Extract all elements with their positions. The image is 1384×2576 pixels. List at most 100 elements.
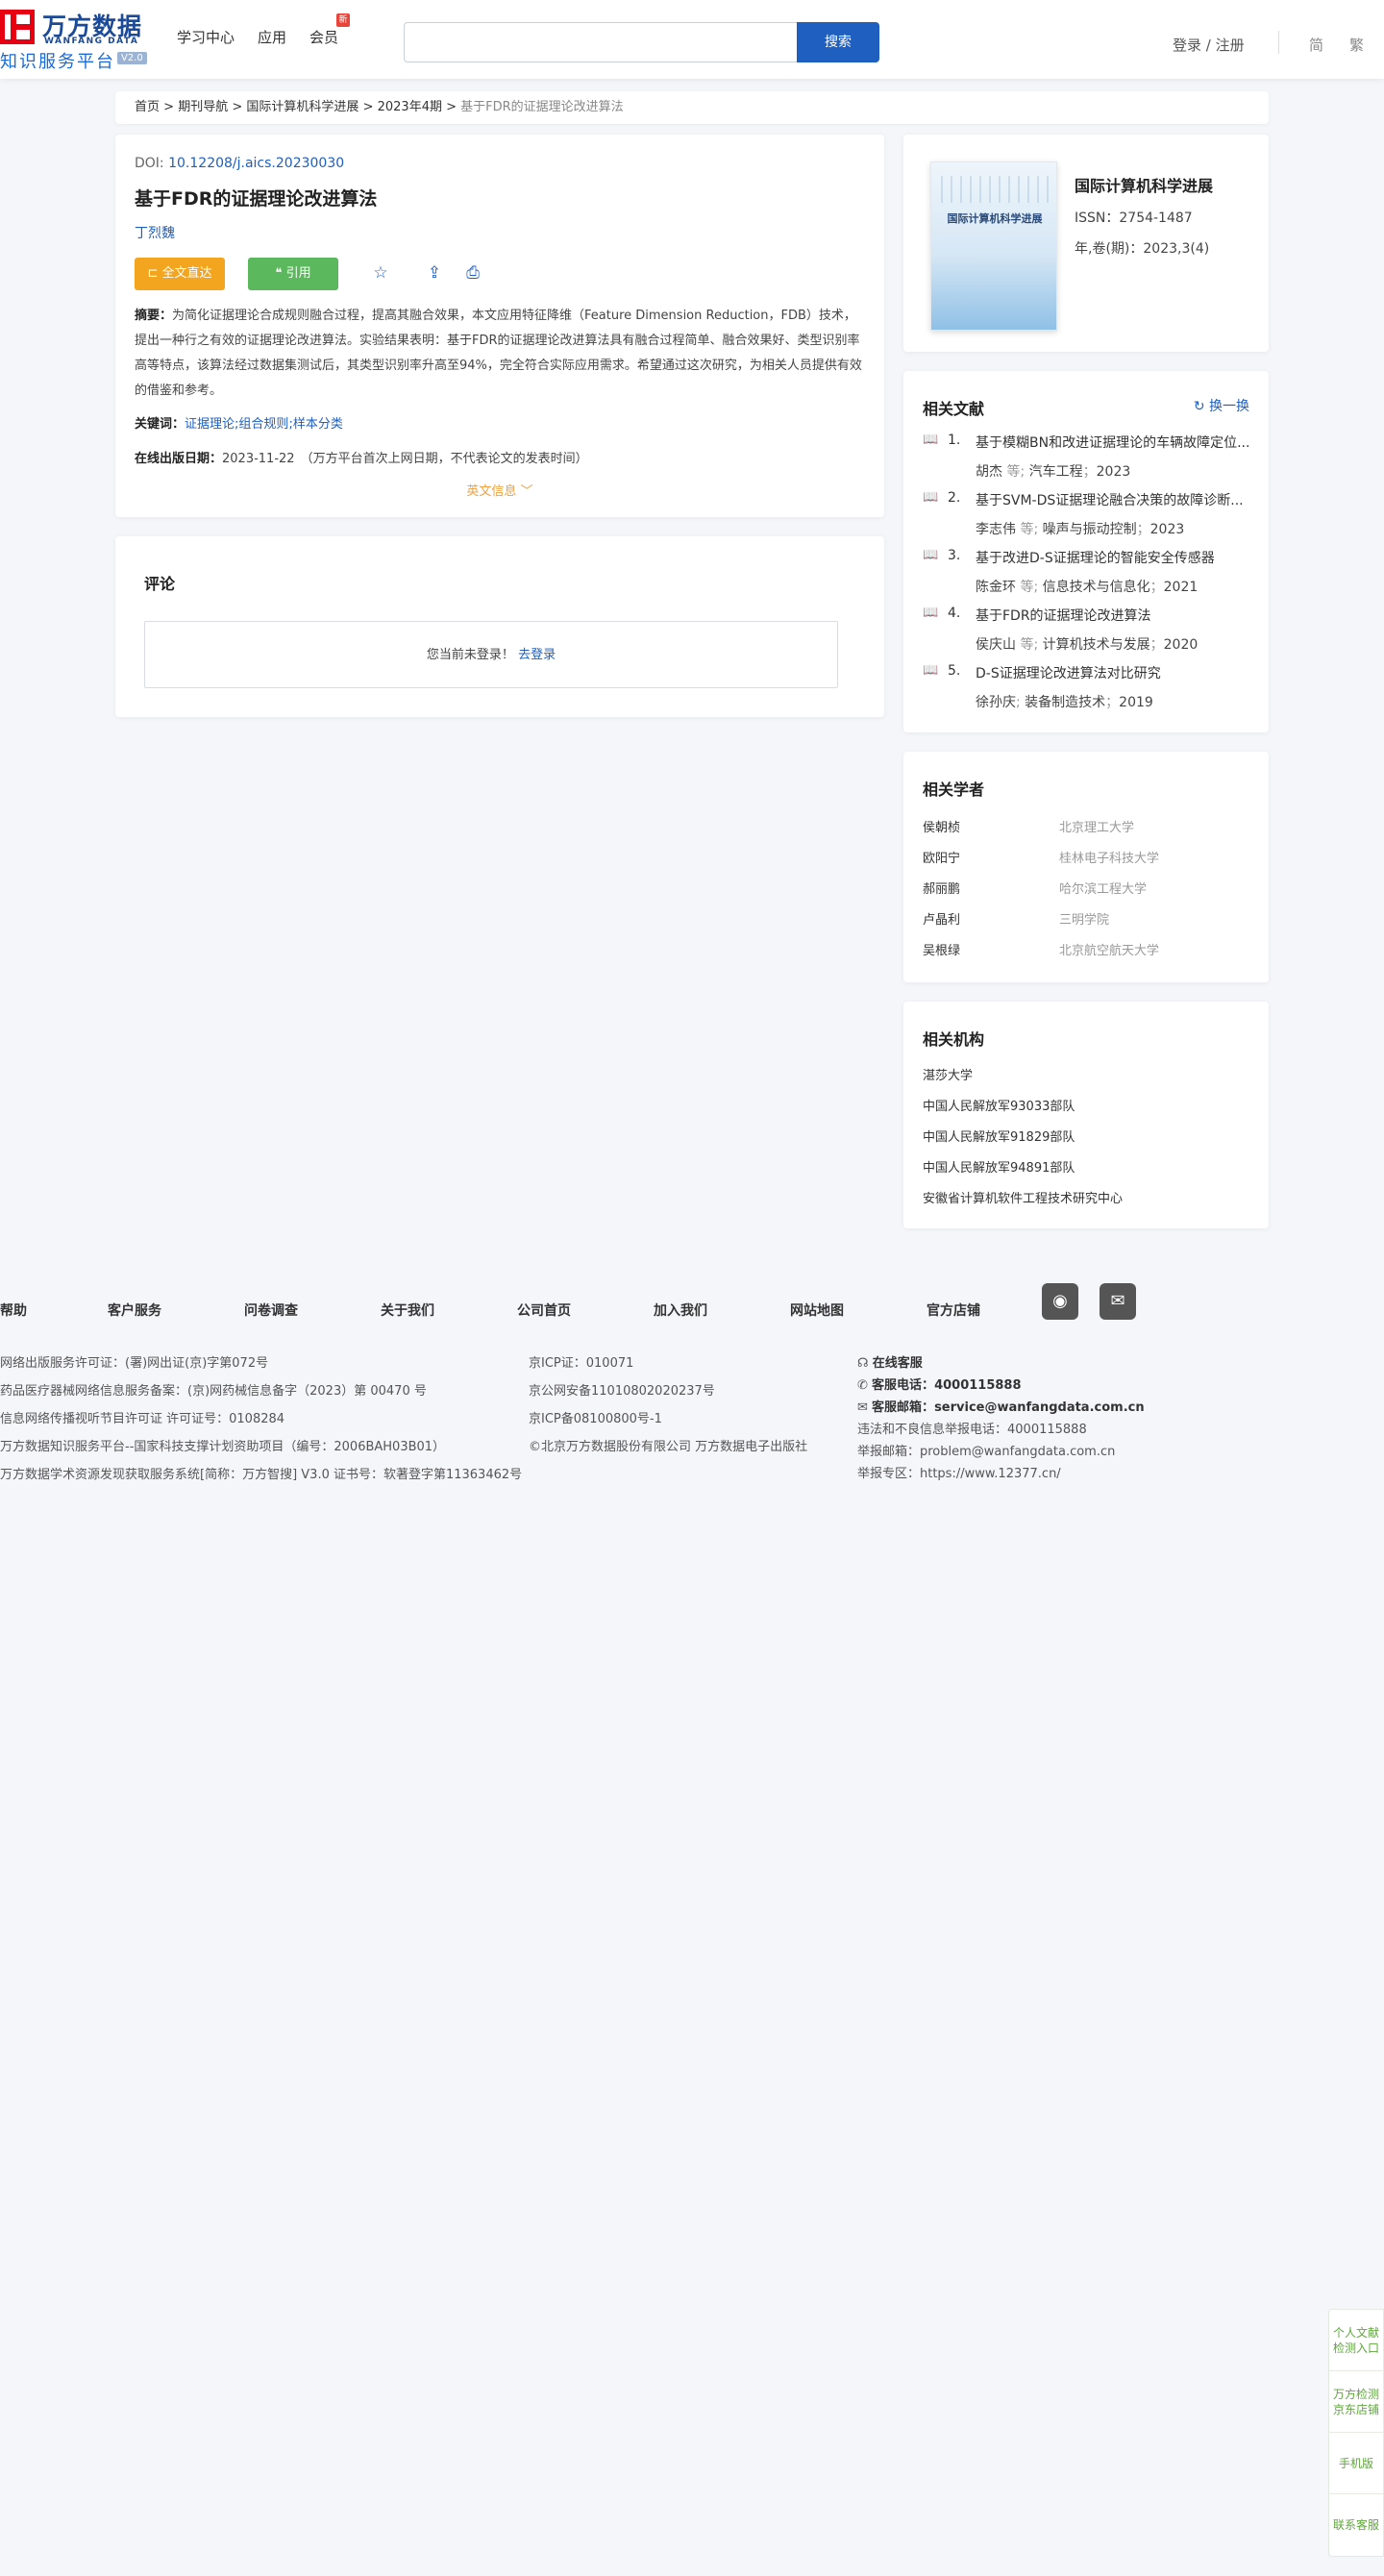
doc-num: 3.	[948, 548, 961, 563]
footer-customer-service[interactable]: 客户服务	[108, 1300, 161, 1320]
doc-author[interactable]: 胡杰	[976, 464, 1002, 480]
scholar-name[interactable]: 吴根绿	[923, 940, 960, 958]
lang-simplified[interactable]: 简	[1309, 35, 1323, 55]
breadcrumb-home[interactable]: 首页	[135, 100, 160, 114]
doc-author-suffix: 等;	[1020, 580, 1039, 595]
doc-source[interactable]: 信息技术与信息化	[1043, 580, 1150, 595]
breadcrumb-sep: >	[232, 100, 243, 114]
journal-card: 国际计算机科学进展 国际计算机科学进展 ISSN：2754-1487 年,卷(期…	[903, 135, 1269, 352]
doc-year: 2023	[1149, 522, 1185, 537]
scholar-name[interactable]: 卢晶利	[923, 909, 960, 928]
doc-title-link[interactable]: 基于SVM-DS证据理论融合决策的故障诊断...	[976, 490, 1254, 509]
keyword-link[interactable]: 证据理论	[185, 417, 235, 432]
login-register-link[interactable]: 登录 / 注册	[1173, 35, 1245, 55]
footer-icp-3[interactable]: 京ICP备08100800号-1	[529, 1408, 662, 1426]
nav-learning-center[interactable]: 学习中心	[177, 27, 235, 47]
scholar-org[interactable]: 北京理工大学	[1059, 817, 1134, 835]
email-value[interactable]: service@wanfangdata.com.cn	[934, 1400, 1145, 1415]
abstract-text: 为简化证据理论合成规则融合过程，提高其融合效果，本文应用特征降维（Feature…	[135, 309, 862, 398]
float-mobile[interactable]: 手机版	[1329, 2433, 1383, 2494]
refresh-icon: ↻	[1193, 399, 1205, 414]
refresh-label: 换一换	[1209, 399, 1249, 414]
english-info-toggle[interactable]: 英文信息 ﹀	[115, 481, 884, 499]
breadcrumb-current: 基于FDR的证据理论改进算法	[460, 100, 624, 114]
scholar-org[interactable]: 哈尔滨工程大学	[1059, 879, 1147, 897]
star-icon[interactable]: ☆	[371, 263, 390, 283]
author-link[interactable]: 丁烈魏	[135, 223, 175, 242]
search-input[interactable]	[404, 22, 798, 62]
footer-report-email[interactable]: 举报邮箱：problem@wanfangdata.com.cn	[857, 1441, 1115, 1459]
doc-author[interactable]: 李志伟	[976, 522, 1016, 537]
doi-link[interactable]: 10.12208/j.aics.20230030	[168, 156, 344, 171]
footer-join-us[interactable]: 加入我们	[654, 1300, 707, 1320]
breadcrumb: 首页 > 期刊导航 > 国际计算机科学进展 > 2023年4期 > 基于FDR的…	[115, 91, 1269, 124]
new-badge: 新	[336, 13, 351, 27]
footer-about[interactable]: 关于我们	[381, 1300, 434, 1320]
doc-title-link[interactable]: 基于FDR的证据理论改进算法	[976, 606, 1254, 625]
footer-report-zone[interactable]: 举报专区：https://www.12377.cn/	[857, 1463, 1061, 1481]
doc-meta: 陈金环 等; 信息技术与信息化；2021	[976, 580, 1199, 595]
institution-item[interactable]: 安徽省计算机软件工程技术研究中心	[923, 1188, 1123, 1206]
institution-item[interactable]: 中国人民解放军94891部队	[923, 1157, 1075, 1176]
doc-title-link[interactable]: 基于模糊BN和改进证据理论的车辆故障定位...	[976, 433, 1254, 452]
doc-author[interactable]: 徐孙庆	[976, 695, 1016, 710]
footer-survey[interactable]: 问卷调查	[244, 1300, 298, 1320]
breadcrumb-issue[interactable]: 2023年4期	[378, 100, 442, 114]
refresh-button[interactable]: ↻ 换一换	[1194, 396, 1249, 415]
institution-item[interactable]: 中国人民解放军93033部队	[923, 1096, 1075, 1114]
footer-online-service[interactable]: ☊ 在线客服	[857, 1352, 923, 1371]
footer-sitemap[interactable]: 网站地图	[790, 1300, 844, 1320]
headset-icon: ☊	[857, 1356, 869, 1371]
share-icon[interactable]: ⇪	[425, 263, 444, 283]
doc-title-link[interactable]: D-S证据理论改进算法对比研究	[976, 663, 1254, 682]
footer-company-home[interactable]: 公司首页	[517, 1300, 571, 1320]
footer-official-store[interactable]: 官方店铺	[927, 1300, 980, 1320]
nav-apps[interactable]: 应用	[258, 27, 286, 47]
wechat-icon[interactable]: ✉	[1100, 1283, 1136, 1320]
doc-source[interactable]: 计算机技术与发展	[1043, 637, 1150, 653]
cover-pattern	[941, 176, 1049, 203]
lang-traditional[interactable]: 繁	[1349, 35, 1364, 55]
footer-help[interactable]: 帮助	[0, 1300, 27, 1320]
doc-source[interactable]: 装备制造技术	[1025, 695, 1105, 710]
institutions-title: 相关机构	[923, 1030, 985, 1049]
footer-icp-1[interactable]: 京ICP证：010071	[529, 1352, 633, 1371]
cite-button[interactable]: ❝ 引用	[248, 258, 338, 290]
weibo-icon[interactable]: ◉	[1042, 1283, 1078, 1320]
scholar-name[interactable]: 欧阳宁	[923, 848, 960, 866]
scholar-org[interactable]: 桂林电子科技大学	[1059, 848, 1159, 866]
en-info-label: 英文信息	[466, 484, 517, 499]
search-button[interactable]: 搜索	[797, 22, 879, 62]
institution-item[interactable]: 中国人民解放军91829部队	[923, 1127, 1075, 1145]
footer-icp-2[interactable]: 京公网安备11010802020237号	[529, 1380, 715, 1399]
nav-member[interactable]: 会员 新	[309, 13, 351, 47]
journal-issue[interactable]: 年,卷(期)：2023,3(4)	[1075, 238, 1209, 258]
fulltext-button[interactable]: ⊏ 全文直达	[135, 258, 225, 290]
print-icon[interactable]: ⎙	[463, 263, 482, 283]
scholar-org[interactable]: 北京航空航天大学	[1059, 940, 1159, 958]
doc-author[interactable]: 侯庆山	[976, 637, 1016, 653]
scholar-name[interactable]: 郝丽鹏	[923, 879, 960, 897]
float-jd-store[interactable]: 万方检测京东店铺	[1329, 2371, 1383, 2433]
journal-name[interactable]: 国际计算机科学进展	[1075, 173, 1213, 196]
pubdate-label: 在线出版日期：	[135, 452, 223, 466]
doc-num: 5.	[948, 663, 961, 679]
institution-item[interactable]: 湛莎大学	[923, 1065, 973, 1083]
scholar-name[interactable]: 侯朝桢	[923, 817, 960, 835]
doc-num: 4.	[948, 606, 961, 621]
float-contact-service[interactable]: 联系客服	[1329, 2494, 1383, 2556]
keyword-link[interactable]: 组合规则	[238, 417, 288, 432]
breadcrumb-journal-nav[interactable]: 期刊导航	[178, 100, 228, 114]
scholar-org[interactable]: 三明学院	[1059, 909, 1109, 928]
keyword-link[interactable]: 样本分类	[293, 417, 343, 432]
go-login-link[interactable]: 去登录	[518, 648, 556, 662]
journal-cover[interactable]: 国际计算机科学进展	[930, 161, 1057, 331]
float-personal-check[interactable]: 个人文献检测入口	[1329, 2310, 1383, 2371]
doc-source[interactable]: 汽车工程	[1029, 464, 1083, 480]
doc-title-link[interactable]: 基于改进D-S证据理论的智能安全传感器	[976, 548, 1254, 567]
doc-source[interactable]: 噪声与振动控制	[1043, 522, 1137, 537]
breadcrumb-journal[interactable]: 国际计算机科学进展	[246, 100, 358, 114]
wanfang-logo[interactable]: 万方数据 WANFANG DATA 知识服务平台 V2.0	[0, 8, 147, 72]
main-nav: 学习中心 应用 会员 新	[177, 13, 351, 47]
doc-author[interactable]: 陈金环	[976, 580, 1016, 595]
